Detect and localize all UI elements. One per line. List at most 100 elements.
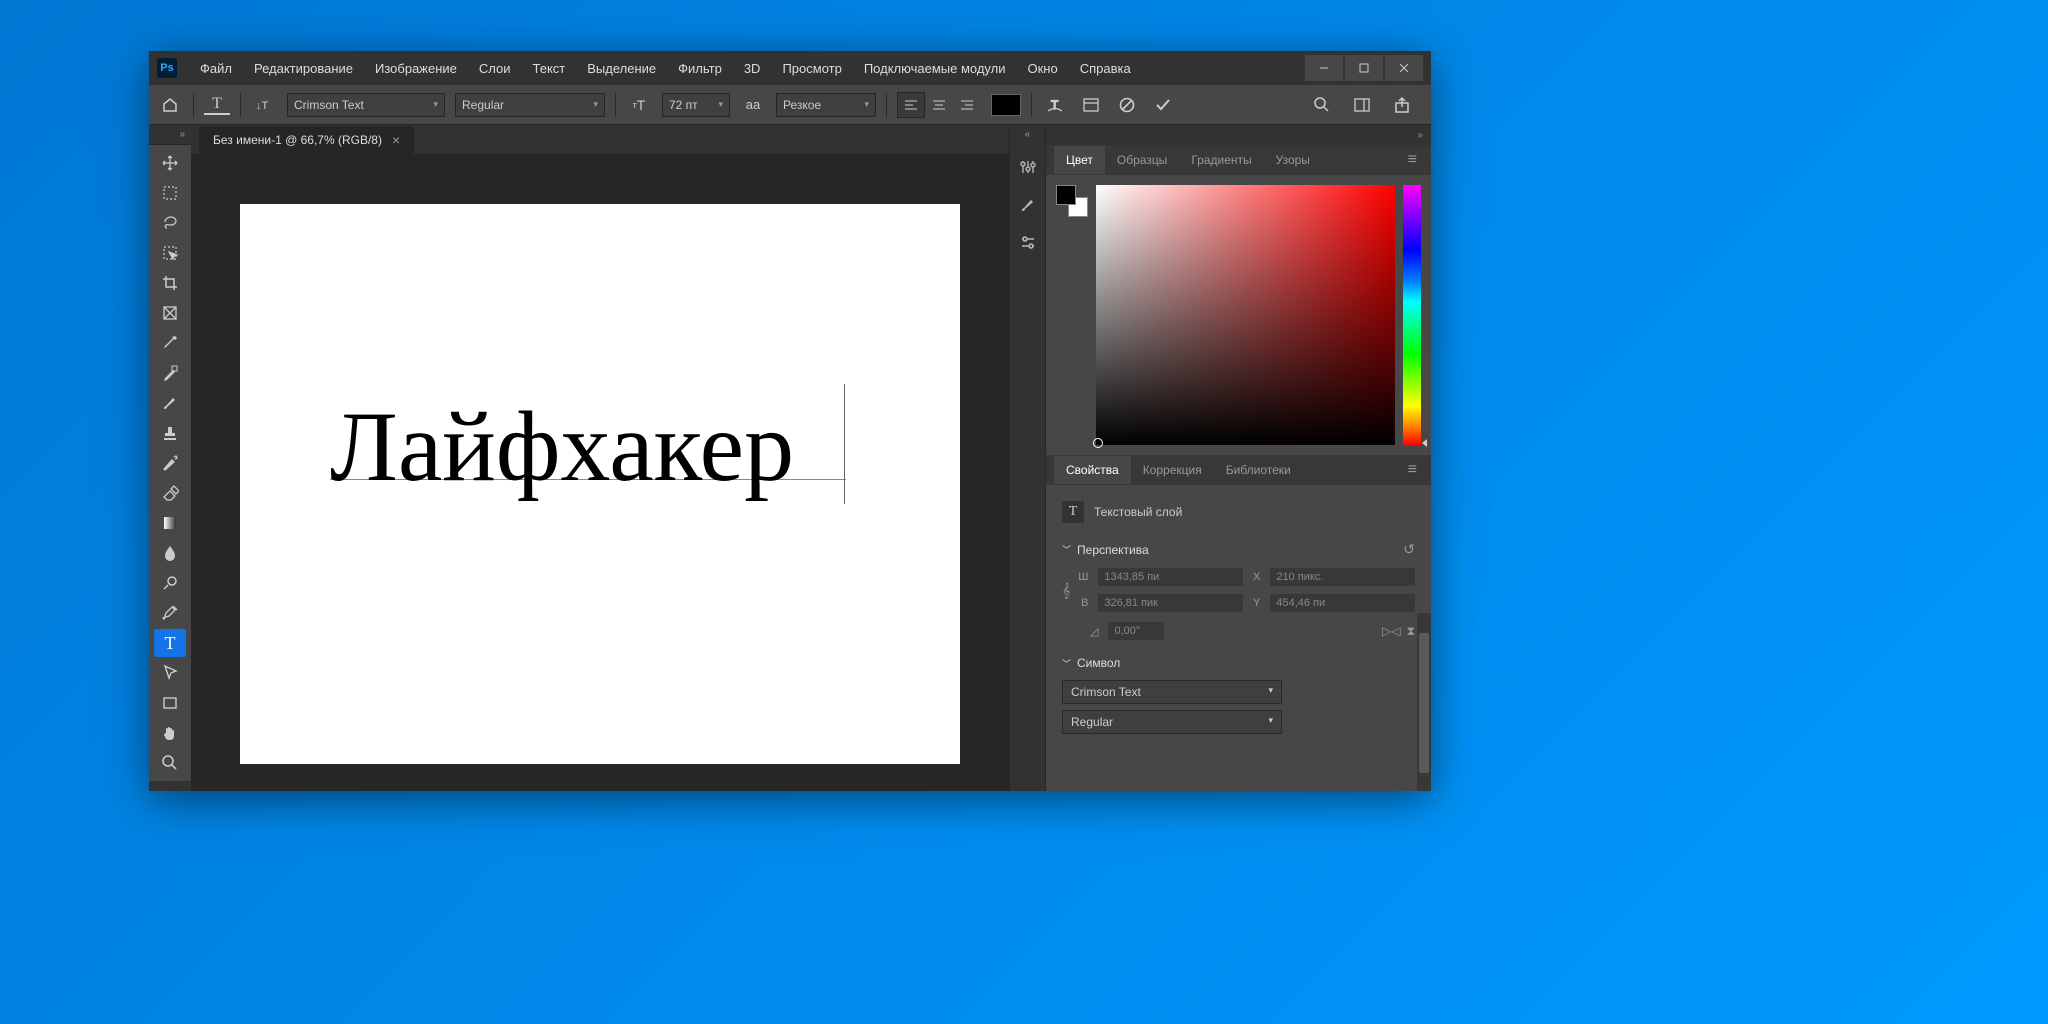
type-tool-indicator-icon[interactable]: T bbox=[204, 95, 230, 115]
panel-tab[interactable]: Свойства bbox=[1054, 456, 1131, 484]
brush-tool[interactable] bbox=[154, 389, 186, 417]
text-orientation-icon[interactable]: ↓T bbox=[251, 92, 277, 118]
marquee-tool[interactable] bbox=[154, 179, 186, 207]
menu-item[interactable]: Просмотр bbox=[773, 57, 850, 80]
crop-tool[interactable] bbox=[154, 269, 186, 297]
share-icon[interactable] bbox=[1389, 92, 1415, 118]
x-value[interactable]: 210 пикс. bbox=[1270, 568, 1415, 586]
panel-strip-toggle[interactable]: « bbox=[1025, 129, 1031, 140]
maximize-button[interactable] bbox=[1345, 55, 1383, 81]
panel-tab[interactable]: Образцы bbox=[1105, 146, 1179, 174]
properties-panel-menu-icon[interactable]: ≡ bbox=[1402, 461, 1423, 479]
character-panel-icon[interactable] bbox=[1078, 92, 1104, 118]
panel-tab[interactable]: Узоры bbox=[1264, 146, 1322, 174]
font-size-dropdown[interactable]: 72 пт bbox=[662, 93, 730, 117]
close-button[interactable] bbox=[1385, 55, 1423, 81]
menu-item[interactable]: Файл bbox=[191, 57, 241, 80]
menu-item[interactable]: 3D bbox=[735, 57, 770, 80]
menu-item[interactable]: Редактирование bbox=[245, 57, 362, 80]
canvas[interactable]: Лайфхакер bbox=[240, 204, 960, 764]
eyedropper-tool[interactable] bbox=[154, 329, 186, 357]
move-tool[interactable] bbox=[154, 149, 186, 177]
antialias-dropdown[interactable]: Резкое bbox=[776, 93, 876, 117]
history-brush-tool[interactable] bbox=[154, 449, 186, 477]
hand-tool[interactable] bbox=[154, 719, 186, 747]
home-icon[interactable] bbox=[157, 92, 183, 118]
dodge-tool[interactable] bbox=[154, 569, 186, 597]
panel-tab[interactable]: Градиенты bbox=[1179, 146, 1263, 174]
menu-item[interactable]: Окно bbox=[1018, 57, 1066, 80]
blur-tool[interactable] bbox=[154, 539, 186, 567]
menu-item[interactable]: Подключаемые модули bbox=[855, 57, 1015, 80]
brush-settings-icon[interactable] bbox=[1016, 231, 1040, 255]
align-left-button[interactable] bbox=[897, 92, 925, 118]
menu-item[interactable]: Изображение bbox=[366, 57, 466, 80]
workspace-icon[interactable] bbox=[1349, 92, 1375, 118]
zoom-tool[interactable] bbox=[154, 749, 186, 777]
color-field-picker[interactable] bbox=[1096, 185, 1395, 445]
document-tab[interactable]: Без имени-1 @ 66,7% (RGB/8) × bbox=[199, 126, 414, 154]
lasso-tool[interactable] bbox=[154, 209, 186, 237]
cancel-icon[interactable] bbox=[1114, 92, 1140, 118]
color-panel-menu-icon[interactable]: ≡ bbox=[1402, 151, 1423, 169]
panels-collapse-toggle[interactable]: » bbox=[1046, 125, 1431, 145]
flip-horizontal-icon[interactable]: ▷◁ bbox=[1382, 624, 1400, 639]
tab-close-icon[interactable]: × bbox=[392, 132, 400, 148]
menu-item[interactable]: Слои bbox=[470, 57, 520, 80]
commit-icon[interactable] bbox=[1150, 92, 1176, 118]
stamp-tool[interactable] bbox=[154, 419, 186, 447]
panel-tab[interactable]: Коррекция bbox=[1131, 456, 1214, 484]
canvas-viewport[interactable]: Лайфхакер bbox=[191, 154, 1009, 791]
text-cursor bbox=[844, 384, 845, 504]
panel-tab[interactable]: Цвет bbox=[1054, 146, 1105, 174]
y-value[interactable]: 454,46 пи bbox=[1270, 594, 1415, 612]
right-panels: » ЦветОбразцыГрадиентыУзоры ≡ СвойстваКор… bbox=[1045, 125, 1431, 791]
menu-item[interactable]: Фильтр bbox=[669, 57, 731, 80]
hue-slider[interactable] bbox=[1403, 185, 1421, 445]
search-icon[interactable] bbox=[1309, 92, 1335, 118]
menu-item[interactable]: Справка bbox=[1071, 57, 1140, 80]
rotation-value[interactable]: 0,00° bbox=[1108, 622, 1164, 640]
height-label: В bbox=[1078, 597, 1088, 609]
path-select-tool[interactable] bbox=[154, 659, 186, 687]
minimize-button[interactable] bbox=[1305, 55, 1343, 81]
symbol-section-header[interactable]: ﹀ Символ bbox=[1062, 656, 1415, 670]
align-center-button[interactable] bbox=[925, 92, 953, 118]
perspective-section-header[interactable]: ﹀ Перспектива ↺ bbox=[1062, 541, 1415, 558]
menu-item[interactable]: Выделение bbox=[578, 57, 665, 80]
panel-tab[interactable]: Библиотеки bbox=[1214, 456, 1303, 484]
menu-item[interactable]: Текст bbox=[524, 57, 575, 80]
foreground-background-swatches[interactable] bbox=[1056, 185, 1088, 217]
canvas-text-layer[interactable]: Лайфхакер bbox=[330, 389, 794, 504]
toolbox-collapse-toggle[interactable]: » bbox=[149, 125, 191, 145]
text-color-swatch[interactable] bbox=[991, 94, 1021, 116]
eraser-tool[interactable] bbox=[154, 479, 186, 507]
scrollbar-thumb[interactable] bbox=[1419, 633, 1429, 773]
font-family-dropdown[interactable]: Crimson Text bbox=[287, 93, 445, 117]
document-area: Без имени-1 @ 66,7% (RGB/8) × Лайфхакер bbox=[191, 125, 1009, 791]
symbol-style-dropdown[interactable]: Regular bbox=[1062, 710, 1282, 734]
properties-scrollbar[interactable] bbox=[1417, 613, 1431, 791]
reset-icon[interactable]: ↺ bbox=[1403, 541, 1415, 558]
pen-tool[interactable] bbox=[154, 599, 186, 627]
rectangle-tool[interactable] bbox=[154, 689, 186, 717]
object-select-tool[interactable] bbox=[154, 239, 186, 267]
width-value[interactable]: 1343,85 пи bbox=[1098, 568, 1243, 586]
adjustments-icon[interactable] bbox=[1016, 155, 1040, 179]
healing-brush-tool[interactable] bbox=[154, 359, 186, 387]
frame-tool[interactable] bbox=[154, 299, 186, 327]
flip-vertical-icon[interactable]: ⧗ bbox=[1407, 624, 1415, 639]
gradient-tool[interactable] bbox=[154, 509, 186, 537]
font-style-dropdown[interactable]: Regular bbox=[455, 93, 605, 117]
height-value[interactable]: 326,81 пик bbox=[1098, 594, 1243, 612]
foreground-color-swatch[interactable] bbox=[1056, 185, 1076, 205]
link-dimensions-icon[interactable]: 𝄞 bbox=[1062, 582, 1070, 599]
align-right-button[interactable] bbox=[953, 92, 981, 118]
toolbox: T bbox=[149, 145, 191, 781]
symbol-font-dropdown[interactable]: Crimson Text bbox=[1062, 680, 1282, 704]
svg-text:↓T: ↓T bbox=[256, 100, 269, 112]
brushes-icon[interactable] bbox=[1016, 193, 1040, 217]
font-size-icon: тТ bbox=[626, 92, 652, 118]
type-tool[interactable]: T bbox=[154, 629, 186, 657]
warp-text-icon[interactable]: T bbox=[1042, 92, 1068, 118]
